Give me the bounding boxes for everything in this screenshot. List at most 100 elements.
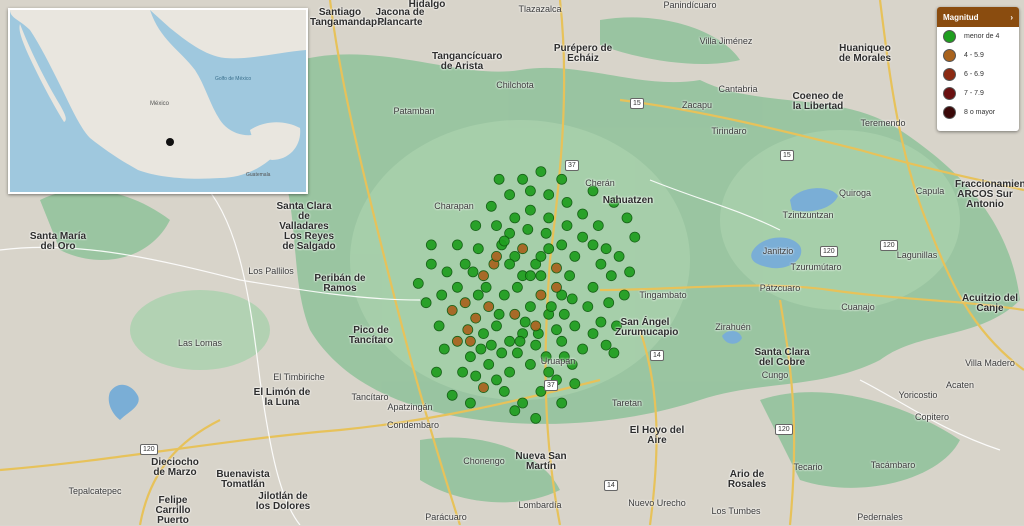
quake-marker-under-4[interactable] [491, 374, 502, 386]
quake-marker-under-4[interactable] [483, 358, 495, 370]
quake-marker-under-4[interactable] [525, 270, 536, 282]
quake-marker-under-4[interactable] [535, 250, 547, 262]
quake-marker-under-4[interactable] [618, 289, 630, 301]
quake-marker-under-4[interactable] [535, 166, 547, 178]
quake-marker-under-4[interactable] [569, 378, 581, 390]
quake-marker-under-4[interactable] [493, 173, 505, 185]
quake-marker-4-5.9[interactable] [478, 270, 489, 282]
quake-marker-under-4[interactable] [569, 250, 581, 262]
quake-marker-under-4[interactable] [525, 301, 536, 313]
quake-marker-under-4[interactable] [441, 266, 453, 278]
quake-marker-under-4[interactable] [613, 250, 625, 262]
quake-marker-under-4[interactable] [605, 270, 617, 282]
quake-marker-under-4[interactable] [472, 289, 484, 301]
quake-marker-under-4[interactable] [569, 320, 581, 332]
quake-marker-under-4[interactable] [522, 223, 534, 235]
quake-marker-under-4[interactable] [530, 339, 542, 351]
quake-marker-under-4[interactable] [491, 220, 502, 232]
quake-marker-under-4[interactable] [464, 397, 476, 409]
quake-marker-4-5.9[interactable] [509, 308, 521, 320]
quake-marker-4-5.9[interactable] [483, 301, 495, 313]
quake-marker-under-4[interactable] [470, 370, 482, 382]
quake-marker-under-4[interactable] [514, 335, 526, 347]
quake-marker-under-4[interactable] [478, 328, 489, 340]
quake-marker-under-4[interactable] [475, 343, 487, 355]
quake-marker-under-4[interactable] [561, 220, 573, 232]
quake-marker-under-4[interactable] [595, 258, 607, 270]
quake-marker-4-5.9[interactable] [535, 289, 547, 301]
quake-marker-4-5.9[interactable] [470, 312, 482, 324]
quake-marker-under-4[interactable] [512, 347, 523, 359]
quake-marker-under-4[interactable] [621, 212, 633, 224]
quake-marker-under-4[interactable] [535, 270, 547, 282]
quake-marker-under-4[interactable] [556, 397, 568, 409]
quake-marker-under-4[interactable] [425, 239, 437, 251]
quake-marker-under-4[interactable] [438, 343, 450, 355]
quake-marker-under-4[interactable] [564, 270, 575, 282]
quake-marker-under-4[interactable] [512, 281, 523, 293]
quake-marker-under-4[interactable] [629, 231, 641, 243]
quake-marker-under-4[interactable] [582, 301, 594, 313]
quake-marker-under-4[interactable] [577, 343, 588, 355]
quake-marker-under-4[interactable] [556, 335, 568, 347]
quake-marker-under-4[interactable] [551, 324, 562, 336]
quake-marker-under-4[interactable] [480, 281, 492, 293]
quake-marker-under-4[interactable] [485, 200, 497, 212]
quake-marker-under-4[interactable] [436, 289, 448, 301]
quake-marker-under-4[interactable] [485, 339, 497, 351]
quake-marker-under-4[interactable] [459, 258, 471, 270]
quake-marker-under-4[interactable] [543, 189, 555, 201]
quake-marker-under-4[interactable] [525, 204, 536, 216]
quake-marker-under-4[interactable] [525, 185, 536, 197]
quake-marker-under-4[interactable] [509, 405, 521, 417]
quake-marker-4-5.9[interactable] [464, 335, 476, 347]
quake-marker-under-4[interactable] [467, 266, 479, 278]
quake-marker-under-4[interactable] [587, 328, 599, 340]
quake-marker-under-4[interactable] [431, 366, 442, 378]
quake-marker-4-5.9[interactable] [551, 262, 562, 274]
quake-marker-4-5.9[interactable] [451, 335, 463, 347]
quake-marker-under-4[interactable] [451, 281, 463, 293]
quake-marker-under-4[interactable] [587, 281, 599, 293]
quake-marker-4-5.9[interactable] [459, 297, 471, 309]
quake-marker-under-4[interactable] [577, 208, 588, 220]
quake-marker-under-4[interactable] [558, 308, 570, 320]
quake-marker-4-5.9[interactable] [517, 243, 528, 255]
quake-marker-under-4[interactable] [592, 220, 604, 232]
quake-marker-under-4[interactable] [561, 196, 573, 208]
quake-marker-under-4[interactable] [451, 239, 463, 251]
quake-marker-4-5.9[interactable] [478, 382, 489, 394]
quake-marker-under-4[interactable] [470, 220, 482, 232]
quake-marker-under-4[interactable] [600, 339, 612, 351]
quake-marker-under-4[interactable] [504, 335, 516, 347]
chevron-right-icon[interactable]: › [1010, 13, 1013, 22]
quake-marker-under-4[interactable] [587, 239, 599, 251]
quake-marker-4-5.9[interactable] [491, 250, 502, 262]
quake-marker-under-4[interactable] [603, 297, 615, 309]
quake-marker-4-5.9[interactable] [530, 320, 542, 332]
quake-marker-under-4[interactable] [457, 366, 469, 378]
quake-marker-4-5.9[interactable] [551, 281, 562, 293]
quake-marker-under-4[interactable] [577, 231, 588, 243]
quake-marker-under-4[interactable] [556, 173, 568, 185]
quake-marker-under-4[interactable] [600, 243, 612, 255]
quake-marker-under-4[interactable] [566, 293, 578, 305]
quake-marker-under-4[interactable] [472, 243, 484, 255]
quake-marker-under-4[interactable] [504, 189, 516, 201]
legend-header[interactable]: Magnitud › [937, 7, 1019, 27]
quake-marker-under-4[interactable] [433, 320, 445, 332]
quake-marker-under-4[interactable] [517, 173, 528, 185]
quake-marker-4-5.9[interactable] [446, 304, 458, 316]
quake-marker-under-4[interactable] [543, 212, 555, 224]
quake-marker-under-4[interactable] [491, 320, 502, 332]
quake-marker-under-4[interactable] [517, 397, 528, 409]
quake-marker-under-4[interactable] [543, 243, 555, 255]
quake-marker-under-4[interactable] [498, 289, 510, 301]
quake-marker-under-4[interactable] [496, 347, 508, 359]
quake-marker-under-4[interactable] [498, 235, 510, 247]
quake-marker-under-4[interactable] [608, 347, 620, 359]
quake-marker-under-4[interactable] [498, 385, 510, 397]
quake-marker-under-4[interactable] [543, 366, 555, 378]
quake-marker-under-4[interactable] [556, 239, 568, 251]
quake-marker-under-4[interactable] [446, 389, 458, 401]
